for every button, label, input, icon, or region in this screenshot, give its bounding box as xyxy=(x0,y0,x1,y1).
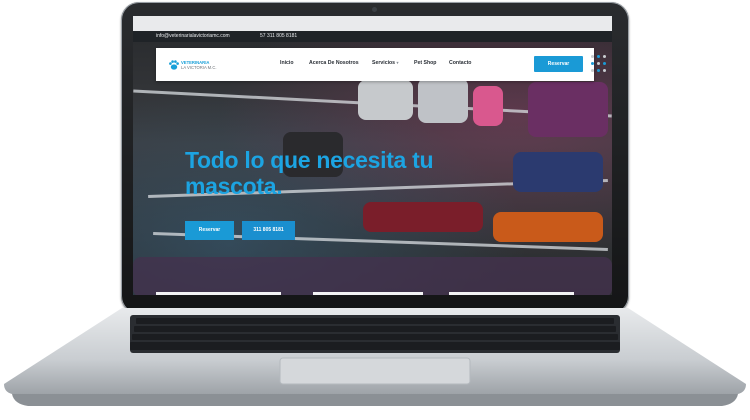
contact-topbar: info@veterinarialavictoriamc.com 57 311 … xyxy=(133,31,612,42)
product-bed xyxy=(528,82,608,137)
laptop-base xyxy=(2,300,748,410)
hero-headline: Todo lo que necesita tu mascota. xyxy=(185,147,434,199)
nav-item-acerca[interactable]: Acerca De Nosotros xyxy=(309,60,359,66)
chevron-down-icon: ▾ xyxy=(396,60,399,65)
browser-top-strip xyxy=(133,16,612,31)
hero-phone-button[interactable]: 311 805 8181 xyxy=(242,221,295,240)
nav-item-pet-shop[interactable]: Pet Shop xyxy=(414,60,436,66)
nav-item-contacto[interactable]: Contacto xyxy=(449,60,471,66)
product-carrier xyxy=(418,78,468,123)
product-toys xyxy=(493,212,603,242)
section-divider xyxy=(156,292,281,295)
nav-item-servicios[interactable]: Servicios ▾ xyxy=(372,60,399,66)
product-bed xyxy=(513,152,603,192)
product-row xyxy=(133,257,612,295)
laptop-keyboard-deck xyxy=(4,308,746,406)
laptop-screen: info@veterinarialavictoriamc.com 57 311 … xyxy=(133,31,612,295)
logo-line2: LA VICTORIA M.C. xyxy=(181,65,217,70)
site-logo[interactable]: VETERINARIA LA VICTORIA M.C. xyxy=(168,59,217,71)
hero-reserve-button[interactable]: Reservar xyxy=(185,221,234,240)
logo-text: VETERINARIA LA VICTORIA M.C. xyxy=(181,60,217,70)
product-carrier xyxy=(358,80,413,120)
nav-reserve-button[interactable]: Reservar xyxy=(534,56,583,72)
section-divider xyxy=(449,292,574,295)
section-divider xyxy=(313,292,423,295)
grid-dots-icon[interactable] xyxy=(591,55,607,75)
webcam xyxy=(372,7,377,12)
paw-logo-icon xyxy=(169,60,179,70)
nav-item-inicio[interactable]: Inicio xyxy=(280,60,294,66)
topbar-email[interactable]: info@veterinarialavictoriamc.com xyxy=(156,31,230,42)
product-bowls xyxy=(363,202,483,232)
topbar-phone[interactable]: 57 311 805 8181 xyxy=(260,31,297,42)
nav-item-servicios-label: Servicios xyxy=(372,60,396,66)
product-bed xyxy=(473,86,503,126)
main-navbar: VETERINARIA LA VICTORIA M.C. Inicio Acer… xyxy=(156,48,606,81)
